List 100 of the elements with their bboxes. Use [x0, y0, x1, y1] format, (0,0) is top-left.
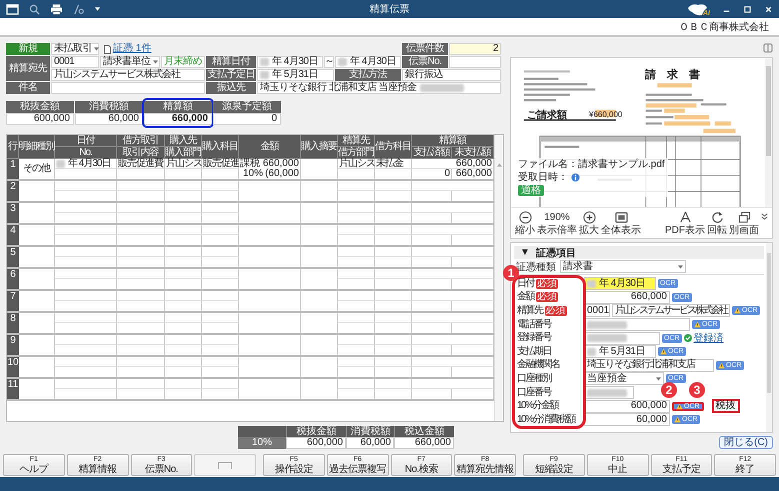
tax-rate-label: 10%: [238, 437, 286, 449]
input-field[interactable]: 60,000: [584, 413, 670, 426]
field-label: 口座番号: [517, 388, 551, 398]
slip-number-field[interactable]: [449, 56, 501, 68]
column-header: 購入摘要: [301, 135, 338, 159]
slip-count-field[interactable]: 2: [449, 43, 501, 55]
table-cell: [338, 313, 375, 323]
table-cell: [55, 313, 117, 323]
column-header: 精算先: [338, 135, 375, 147]
table-cell: その他: [19, 159, 55, 179]
column-header: 明細種別: [19, 135, 55, 159]
subject-field[interactable]: [51, 82, 205, 94]
received-label: 受取日時：: [518, 172, 568, 183]
field-label: 精算宛先: [6, 56, 50, 81]
pdf-button[interactable]: PDF表示: [665, 210, 705, 236]
table-cell: [202, 225, 239, 235]
file-name: ファイル名：請求書サンプル.pdf: [518, 159, 665, 170]
fit-button[interactable]: 全体表示: [601, 210, 641, 236]
input-field[interactable]: [584, 386, 634, 400]
table-cell: [202, 247, 239, 257]
tax-exclusive-button[interactable]: 税抜: [712, 399, 740, 414]
payment-method-field[interactable]: 銀行振込: [402, 69, 501, 81]
collapse-icon[interactable]: [761, 213, 768, 220]
field-label: 精算日付: [206, 56, 256, 68]
callout-number: 2: [661, 382, 677, 398]
zoom-in-icon: [582, 210, 596, 224]
zoom-in-button[interactable]: 拡大: [579, 210, 599, 236]
date-field[interactable]: 年 4月30日: [335, 56, 401, 68]
date-field[interactable]: 年 4月30日: [257, 56, 323, 68]
table-cell: [375, 291, 412, 301]
input-field[interactable]: 年 4月30日: [584, 277, 656, 290]
field-label: 10%分消費税額: [517, 414, 576, 425]
info-icon[interactable]: [571, 173, 580, 182]
table-cell: [202, 357, 239, 367]
column-header: 借方科目: [375, 135, 412, 159]
field-label: 伝票No.: [402, 56, 448, 68]
total-value: 60,000: [75, 113, 143, 125]
bank-field[interactable]: 埼玉りそな銀行 北浦和支店 当座預金: [257, 82, 501, 94]
field-label: 10%分金額: [517, 401, 558, 412]
caret-icon: [152, 60, 158, 64]
input-field[interactable]: 660,000: [584, 290, 670, 304]
payee-field[interactable]: 片山システムサービス株式会社: [612, 304, 730, 318]
account-type-dropdown[interactable]: 当座預金: [584, 372, 664, 386]
attachment-link[interactable]: 証憑 1件: [113, 44, 152, 54]
table-cell: [55, 181, 117, 191]
maximize-icon[interactable]: [743, 4, 752, 14]
registration-link[interactable]: 登録済: [694, 331, 724, 346]
payee-code-field[interactable]: 0001: [51, 56, 99, 68]
column-header: 購入先: [165, 135, 202, 147]
table-cell: [338, 335, 375, 345]
rotate-button[interactable]: 回転: [707, 210, 727, 236]
input-field[interactable]: [584, 318, 690, 332]
scrollbar[interactable]: [494, 135, 503, 421]
field-label: 日付: [517, 278, 534, 289]
company-name: ＯＢＣ商事株式会社: [679, 20, 769, 34]
table-cell: [55, 203, 117, 213]
window-button[interactable]: 別画面: [729, 210, 759, 236]
table-cell: [117, 269, 165, 279]
table-cell: [338, 291, 375, 301]
window-icon[interactable]: [6, 4, 19, 14]
zoom-out-button[interactable]: 縮小: [515, 210, 535, 236]
total-header: 税抜金額: [6, 101, 74, 113]
tool-icon[interactable]: [72, 4, 85, 14]
scrollbar[interactable]: [766, 243, 772, 432]
unit-dropdown[interactable]: 請求書単位: [100, 56, 160, 68]
zoom-level-button[interactable]: 190% 表示倍率: [537, 210, 577, 236]
table-cell: [202, 203, 239, 213]
date-field[interactable]: 年 5月31日: [257, 69, 334, 81]
table-cell: [165, 269, 202, 279]
caret-icon[interactable]: [94, 6, 101, 12]
table-cell: [55, 269, 117, 279]
expand-toggle[interactable]: ▼: [520, 247, 530, 258]
table-cell: 600,000: [286, 437, 346, 449]
close-button[interactable]: 閉じる(C): [719, 436, 773, 449]
column-header: No.: [55, 147, 117, 159]
table-cell: 60,000: [346, 437, 394, 449]
input-field[interactable]: 年 5月31日: [584, 345, 656, 358]
payee-name-field[interactable]: 片山システムサービス株式会社: [51, 69, 205, 81]
input-field[interactable]: 600,000: [584, 400, 670, 413]
section-header[interactable]: ▼ 証憑項目: [514, 246, 764, 259]
printer-icon[interactable]: [50, 4, 63, 14]
row-number: 1: [7, 159, 19, 179]
panel-toggle-icon[interactable]: [763, 43, 773, 53]
table-cell: [55, 335, 117, 345]
total-header: 消費税額: [75, 101, 143, 113]
search-icon[interactable]: [28, 4, 41, 14]
range-separator: ～: [324, 56, 334, 68]
scrollbar[interactable]: [765, 58, 772, 207]
table-cell: [165, 203, 202, 213]
document-type-dropdown[interactable]: 請求書: [560, 260, 686, 273]
table-cell: [165, 357, 202, 367]
transaction-dropdown[interactable]: 未払取引: [51, 43, 99, 55]
close-icon[interactable]: [764, 4, 773, 14]
table-cell: [55, 379, 117, 389]
table-cell: [202, 181, 239, 191]
input-field[interactable]: [584, 332, 660, 345]
total-value: 0: [213, 113, 281, 125]
code-field[interactable]: 0001: [584, 304, 610, 318]
row-number: 7: [7, 291, 19, 311]
input-field[interactable]: 埼玉りそな銀行北浦和支店: [584, 358, 714, 372]
